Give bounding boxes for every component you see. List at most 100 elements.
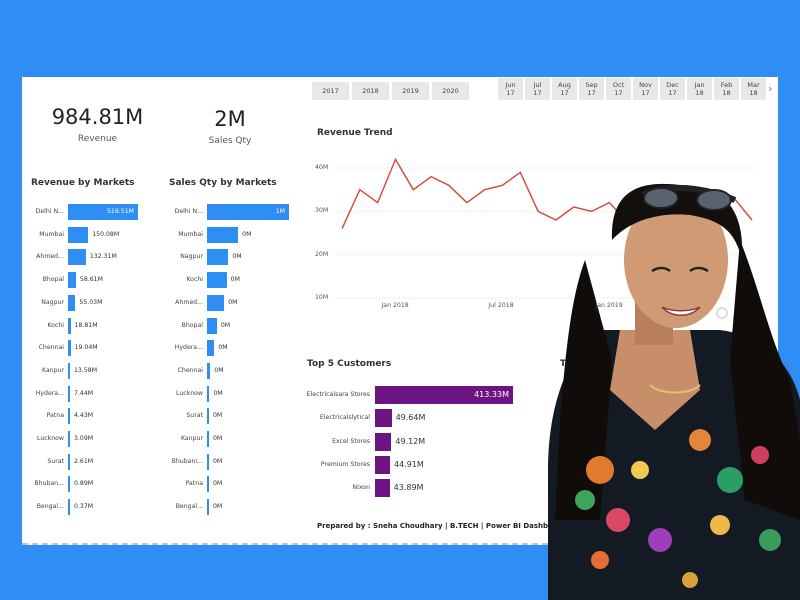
month-name: Jul	[533, 81, 542, 89]
month-slicer-item[interactable]: Aug 17	[552, 78, 577, 100]
customer-label: Electricalsara Stores	[306, 391, 370, 398]
month-slicer-item[interactable]: Dec 17	[660, 78, 685, 100]
revenue-market-bar[interactable]	[68, 453, 70, 470]
month-year: 17	[533, 89, 542, 97]
revenue-market-bar[interactable]	[68, 226, 89, 243]
revenue-market-label: Hydera...	[35, 389, 64, 397]
revenue-market-value: 0.37M	[74, 503, 94, 511]
revenue-market-label: Chennai	[38, 344, 64, 352]
sales-qty-market-value: 0M	[213, 457, 223, 465]
sales-qty-market-label: Hydera...	[174, 344, 203, 352]
month-slicer-item[interactable]: Oct 17	[606, 78, 631, 100]
revenue-market-bar[interactable]	[68, 317, 71, 334]
trend-y-tick: 40M	[315, 164, 329, 171]
month-slicer-item[interactable]: Mar 18	[741, 78, 766, 100]
customer-bar[interactable]	[375, 432, 392, 451]
trend-x-tick: Jan 2018	[381, 302, 409, 309]
month-name: Feb	[720, 81, 733, 89]
revenue-market-bar[interactable]	[68, 431, 70, 447]
sales-qty-market-label: Bhubani...	[171, 457, 203, 465]
month-year: 17	[506, 89, 515, 97]
month-year: 17	[668, 89, 677, 97]
revenue-market-label: Mumbai	[39, 230, 64, 238]
revenue-market-label: Bengal...	[36, 503, 64, 511]
revenue-market-bar[interactable]	[68, 340, 71, 357]
customer-value: 43.89M	[393, 483, 424, 493]
month-year: 17	[641, 89, 650, 97]
revenue-market-label: Ahmed...	[36, 253, 64, 261]
revenue-market-value: 150.08M	[92, 230, 120, 238]
year-slicer-item[interactable]: 2020	[432, 82, 469, 100]
month-slicer-item[interactable]: Jul 17	[525, 78, 550, 100]
month-year: 17	[560, 89, 569, 97]
sales-qty-market-bar[interactable]	[207, 385, 210, 402]
revenue-market-bar[interactable]	[68, 499, 70, 516]
sales-qty-market-bar[interactable]	[207, 499, 209, 516]
revenue-market-label: Delhi N...	[35, 208, 64, 215]
revenue-market-bar[interactable]	[68, 385, 70, 402]
customer-value: 49.12M	[395, 436, 426, 446]
sales-qty-market-bar[interactable]	[207, 317, 217, 334]
revenue-market-value: 55.03M	[79, 298, 103, 306]
sales-qty-market-label: Kanpur	[180, 435, 203, 442]
sales-qty-market-label: Nagpur	[180, 253, 203, 261]
customer-label: Premium Stores	[320, 460, 370, 468]
month-year: 18	[722, 89, 731, 97]
month-year: 17	[614, 89, 623, 97]
sales-qty-market-bar[interactable]	[207, 431, 209, 447]
revenue-market-value: 132.31M	[89, 253, 117, 261]
year-slicer-item[interactable]: 2017	[312, 82, 349, 100]
customer-label: Electricalslytical	[319, 414, 370, 422]
sales-qty-market-bar[interactable]	[207, 249, 229, 266]
year-slicer-item[interactable]: 2018	[352, 82, 389, 100]
revenue-market-value: 519.51M	[107, 208, 134, 215]
sales-qty-market-value: 0M	[213, 480, 223, 488]
revenue-market-value: 4.43M	[74, 412, 94, 420]
sales-qty-market-label: Mumbai	[178, 230, 203, 238]
customer-label: Excel Stores	[332, 437, 370, 445]
month-slicer-item[interactable]: Nov 17	[633, 78, 658, 100]
month-slicer-item[interactable]: Sep 17	[579, 78, 604, 100]
sales-qty-market-bar[interactable]	[207, 340, 215, 357]
revenue-market-bar[interactable]	[68, 272, 76, 289]
month-slicer-item[interactable]: Jan 18	[687, 78, 712, 100]
sales-qty-market-bar[interactable]	[207, 476, 209, 493]
sales-qty-market-label: Patna	[185, 480, 203, 488]
month-name: Sep	[585, 81, 598, 89]
month-slicer-item[interactable]: Feb 18	[714, 78, 739, 100]
revenue-market-bar[interactable]	[68, 476, 70, 493]
sales-qty-market-value: 0M	[228, 298, 238, 306]
sales-qty-market-bar[interactable]	[207, 226, 239, 243]
customer-bar[interactable]	[375, 409, 392, 428]
month-slicer-item[interactable]: Jun 17	[498, 78, 523, 100]
sales-qty-market-bar[interactable]	[207, 408, 209, 425]
sales-qty-market-value: 1M	[275, 208, 285, 215]
month-name: Mar	[747, 81, 760, 89]
revenue-market-bar[interactable]	[68, 362, 70, 379]
revenue-market-label: Nagpur	[41, 298, 64, 306]
sales-qty-market-value: 0M	[213, 389, 223, 397]
revenue-market-bar[interactable]	[68, 249, 86, 266]
sales-qty-market-bar[interactable]	[207, 362, 211, 379]
sales-qty-market-label: Kochi	[186, 276, 203, 284]
sales-qty-market-bar[interactable]	[207, 294, 225, 311]
revenue-market-label: Patna	[46, 412, 64, 420]
month-year: 18	[749, 89, 758, 97]
customer-bar[interactable]	[375, 479, 390, 498]
year-slicer-item[interactable]: 2019	[392, 82, 429, 100]
sales-qty-market-bar[interactable]	[207, 272, 227, 289]
month-year: 18	[695, 89, 704, 97]
sales-qty-market-label: Surat	[186, 412, 203, 420]
revenue-market-value: 2.61M	[74, 457, 94, 465]
revenue-market-label: Lucknow	[36, 435, 64, 442]
trend-y-tick: 30M	[315, 207, 329, 215]
sales-qty-market-value: 0M	[218, 344, 228, 352]
month-name: Jan	[694, 81, 705, 89]
revenue-market-bar[interactable]	[68, 408, 70, 425]
sales-qty-market-bar[interactable]	[207, 453, 209, 470]
month-name: Nov	[639, 81, 652, 89]
revenue-market-bar[interactable]	[68, 294, 76, 311]
customer-label: Nixon	[352, 484, 370, 492]
customer-bar[interactable]	[375, 455, 390, 474]
month-year: 17	[587, 89, 596, 97]
